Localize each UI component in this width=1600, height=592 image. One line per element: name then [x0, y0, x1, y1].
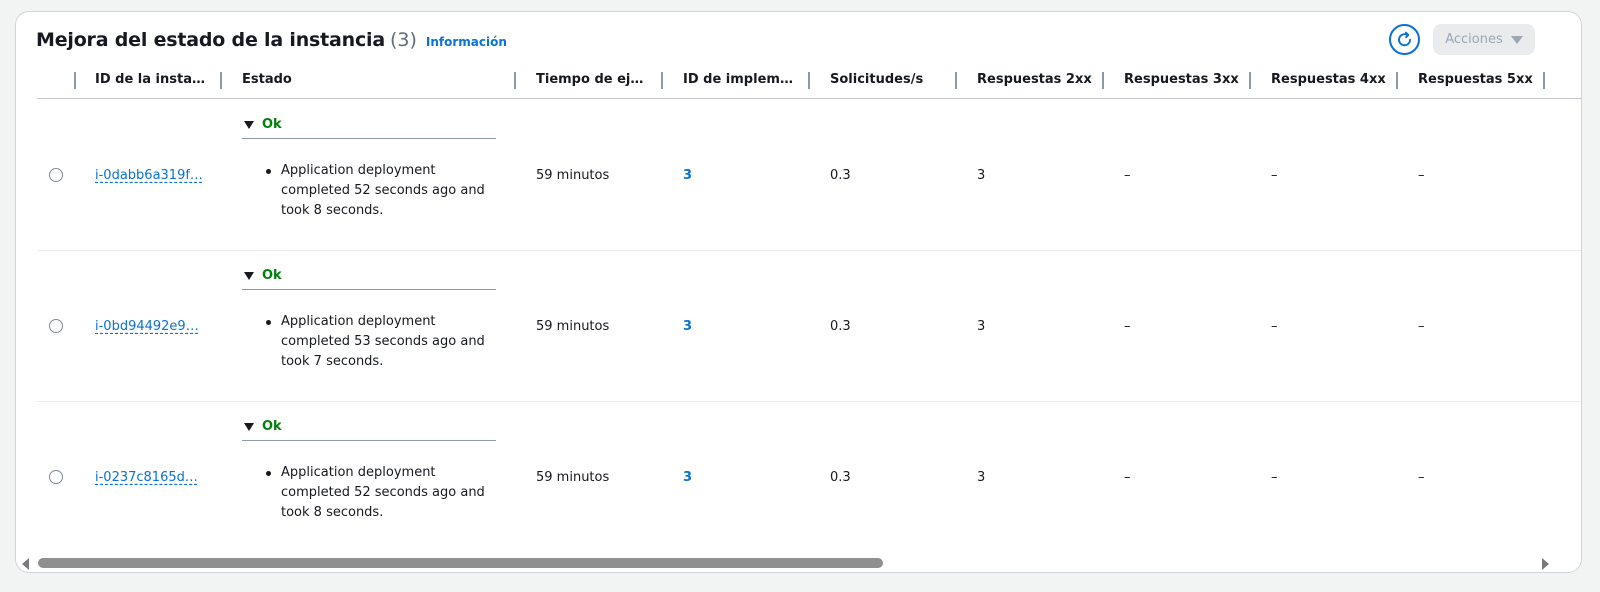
row-select-radio[interactable]: [49, 319, 63, 333]
responses-4xx-value: –: [1271, 319, 1278, 334]
responses-5xx-value: –: [1418, 168, 1425, 183]
status-toggle[interactable]: Ok: [244, 117, 282, 132]
column-separator[interactable]: [1396, 72, 1398, 89]
bullet-icon: [266, 471, 271, 476]
column-header-deployment-id[interactable]: ID de impleme…: [683, 72, 795, 87]
uptime-value: 59 minutos: [536, 319, 610, 334]
column-header-uptime[interactable]: Tiempo de eje…: [536, 72, 646, 87]
column-separator[interactable]: [955, 72, 957, 89]
status-toggle[interactable]: Ok: [244, 268, 282, 283]
refresh-icon: [1398, 31, 1411, 47]
requests-value: 0.3: [830, 168, 851, 183]
column-header-instance-id[interactable]: ID de la instan…: [95, 72, 207, 87]
scrollbar-thumb[interactable]: [38, 558, 883, 568]
caret-down-icon: [1510, 35, 1523, 44]
bullet-icon: [266, 320, 271, 325]
status-ok-label: Ok: [262, 268, 282, 283]
column-header-4xx[interactable]: Respuestas 4xx: [1271, 72, 1391, 87]
caret-down-icon: [244, 422, 254, 431]
status-ok-label: Ok: [262, 117, 282, 132]
requests-value: 0.3: [830, 319, 851, 334]
info-link[interactable]: Información: [426, 35, 507, 49]
panel-header: Mejora del estado de la instancia (3) In…: [36, 29, 507, 53]
responses-3xx-value: –: [1124, 470, 1131, 485]
page-title: Mejora del estado de la instancia: [36, 29, 385, 51]
deployment-id-link[interactable]: 3: [683, 168, 692, 183]
column-separator[interactable]: [808, 72, 810, 89]
deployment-id-link[interactable]: 3: [683, 319, 692, 334]
status-message: Application deployment completed 52 seco…: [281, 163, 485, 218]
column-header-status[interactable]: Estado: [242, 72, 342, 87]
column-header-requests[interactable]: Solicitudes/s: [830, 72, 950, 87]
responses-5xx-value: –: [1418, 470, 1425, 485]
row-divider: [37, 401, 1581, 402]
row-divider: [37, 250, 1581, 251]
responses-2xx-value: 3: [977, 168, 986, 183]
instance-health-panel: Mejora del estado de la instancia (3) In…: [15, 11, 1582, 573]
column-separator[interactable]: [74, 72, 76, 89]
deployment-id-link[interactable]: 3: [683, 470, 692, 485]
row-select-radio[interactable]: [49, 168, 63, 182]
status-divider: [242, 289, 496, 290]
caret-down-icon: [244, 271, 254, 280]
status-ok-label: Ok: [262, 419, 282, 434]
responses-3xx-value: –: [1124, 319, 1131, 334]
uptime-value: 59 minutos: [536, 168, 610, 183]
responses-2xx-value: 3: [977, 319, 986, 334]
status-message: Application deployment completed 53 seco…: [281, 314, 485, 369]
refresh-button[interactable]: [1389, 24, 1420, 55]
column-separator[interactable]: [661, 72, 663, 89]
status-divider: [242, 138, 496, 139]
requests-value: 0.3: [830, 470, 851, 485]
bullet-icon: [266, 169, 271, 174]
scroll-right-arrow-icon[interactable]: [1542, 558, 1549, 570]
instance-id-link[interactable]: i-0bd94492e9…: [95, 319, 203, 334]
column-header-5xx[interactable]: Respuestas 5xx: [1418, 72, 1538, 87]
scroll-left-arrow-icon[interactable]: [22, 558, 29, 570]
instance-id-link[interactable]: i-0dabb6a319f…: [95, 168, 203, 183]
actions-button-label: Acciones: [1445, 32, 1503, 47]
responses-3xx-value: –: [1124, 168, 1131, 183]
responses-4xx-value: –: [1271, 168, 1278, 183]
actions-button[interactable]: Acciones: [1433, 24, 1535, 55]
responses-5xx-value: –: [1418, 319, 1425, 334]
row-select-radio[interactable]: [49, 470, 63, 484]
status-divider: [242, 440, 496, 441]
uptime-value: 59 minutos: [536, 470, 610, 485]
responses-2xx-value: 3: [977, 470, 986, 485]
column-header-2xx[interactable]: Respuestas 2xx: [977, 72, 1097, 87]
column-header-3xx[interactable]: Respuestas 3xx: [1124, 72, 1244, 87]
responses-4xx-value: –: [1271, 470, 1278, 485]
column-separator[interactable]: [1249, 72, 1251, 89]
caret-down-icon: [244, 120, 254, 129]
column-separator[interactable]: [1102, 72, 1104, 89]
column-separator[interactable]: [514, 72, 516, 89]
column-separator[interactable]: [1543, 72, 1545, 89]
instance-count: (3): [389, 29, 417, 51]
status-message: Application deployment completed 52 seco…: [281, 465, 485, 520]
column-separator[interactable]: [220, 72, 222, 89]
header-divider: [37, 98, 1581, 99]
instance-id-link[interactable]: i-0237c8165d…: [95, 470, 203, 485]
status-toggle[interactable]: Ok: [244, 419, 282, 434]
